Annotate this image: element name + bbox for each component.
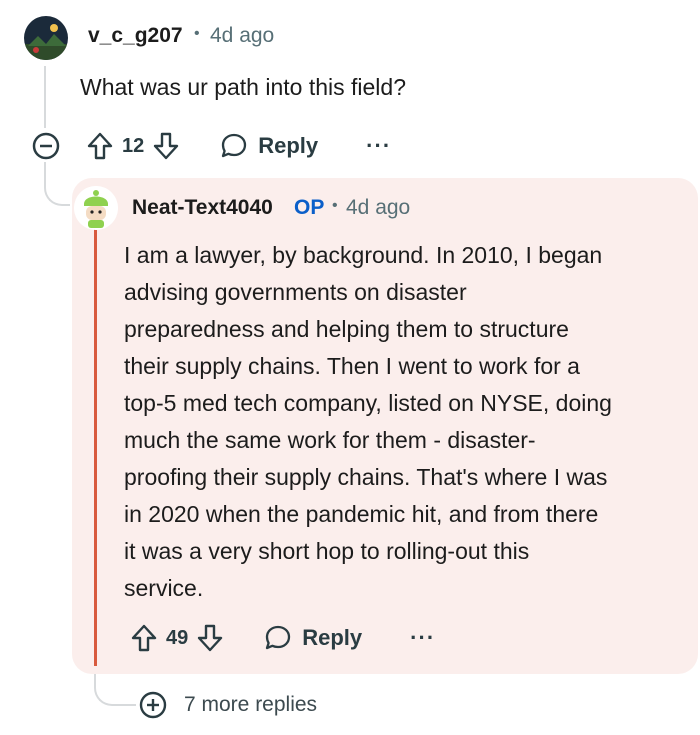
comment-author[interactable]: v_c_g207 (88, 24, 183, 48)
upvote-arrow-icon[interactable] (86, 130, 114, 162)
vote-count: 12 (122, 134, 145, 157)
reply-button[interactable]: Reply (264, 624, 362, 652)
thread-line-main (44, 66, 46, 128)
reply-line: preparedness and helping them to structu… (124, 316, 569, 342)
comment-separator: • (194, 25, 200, 42)
expand-plus-icon (138, 690, 168, 720)
speech-bubble-icon (220, 132, 248, 160)
reply-line: service. (124, 575, 204, 601)
op-badge: OP (294, 196, 325, 219)
reply-line: their supply chains. Then I went to work… (124, 353, 580, 379)
ellipsis-icon[interactable]: ··· (366, 135, 391, 157)
reply-line: advising governments on disaster (124, 279, 467, 305)
reply-button[interactable]: Reply (220, 132, 318, 160)
comment-actions: 12 Reply ··· (30, 126, 391, 166)
more-replies-label: 7 more replies (184, 693, 318, 716)
downvote-arrow-icon[interactable] (152, 130, 180, 162)
ellipsis-icon[interactable]: ··· (410, 627, 435, 649)
downvote-arrow-icon[interactable] (196, 622, 224, 654)
reply-timestamp: 4d ago (346, 196, 411, 219)
reply-separator: • (332, 197, 338, 214)
collapse-minus-icon[interactable] (30, 130, 62, 162)
reply-line: top-5 med tech company, listed on NYSE, … (124, 390, 612, 416)
reply-line: much the same work for them - disaster- (124, 427, 536, 453)
thread-curve (44, 170, 70, 206)
comment-body: What was ur path into this field? (80, 74, 406, 100)
avatar[interactable] (24, 16, 68, 60)
reply-line: in 2020 when the pandemic hit, and from … (124, 501, 599, 527)
reply-line: it was a very short hop to rolling-out t… (124, 538, 530, 564)
thread-curve-more (94, 676, 136, 706)
reply-label: Reply (302, 625, 363, 650)
more-replies-button[interactable]: 7 more replies (138, 690, 317, 720)
speech-bubble-icon (264, 624, 292, 652)
vote-count: 49 (166, 626, 189, 649)
reply-author[interactable]: Neat-Text4040 (132, 196, 273, 220)
comment-timestamp: 4d ago (210, 24, 275, 47)
reply-label: Reply (258, 133, 319, 158)
reply-line: I am a lawyer, by background. In 2010, I… (124, 242, 603, 268)
upvote-arrow-icon[interactable] (130, 622, 158, 654)
avatar[interactable] (74, 186, 118, 230)
op-highlight-bar (94, 228, 97, 666)
reply-actions: 49 Reply ··· (130, 618, 435, 658)
reply-line: proofing their supply chains. That's whe… (124, 464, 608, 490)
reply-body: I am a lawyer, by background. In 2010, I… (124, 237, 684, 607)
